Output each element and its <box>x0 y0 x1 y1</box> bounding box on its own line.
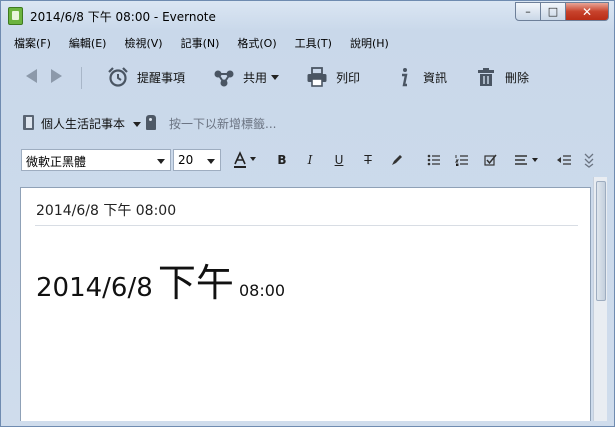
info-button[interactable]: 資訊 <box>393 65 447 89</box>
highlighter-icon[interactable] <box>388 151 406 169</box>
print-button[interactable]: 列印 <box>306 65 360 89</box>
alarm-clock-icon <box>108 67 128 87</box>
menu-note[interactable]: 記事(N) <box>175 35 226 53</box>
share-icon <box>214 70 234 87</box>
bulleted-list-icon[interactable] <box>425 151 443 169</box>
tag-icon <box>146 115 156 130</box>
note-title[interactable]: 2014/6/8 下午 08:00 <box>36 200 176 220</box>
chevron-down-icon <box>207 159 215 164</box>
notebook-bar: 個人生活記事本 按一下以新增標籤... <box>1 111 614 135</box>
menu-format[interactable]: 格式(O) <box>231 35 282 53</box>
trash-icon <box>478 68 494 86</box>
reminder-label: 提醒事項 <box>137 70 186 85</box>
indent-icon[interactable] <box>554 151 574 169</box>
font-family-select[interactable]: 微軟正黑體 <box>21 149 171 171</box>
info-icon <box>402 68 408 87</box>
window-controls: – □ ✕ <box>515 2 609 21</box>
font-color-icon <box>234 151 256 168</box>
note-body-ampm: 下午 <box>157 261 234 305</box>
font-family-value: 微軟正黑體 <box>26 155 87 169</box>
delete-button[interactable]: 刪除 <box>475 65 529 89</box>
more-glyph <box>584 153 594 168</box>
format-toolbar: 微軟正黑體 20 B I U T <box>1 147 614 173</box>
numbered-list-icon[interactable] <box>453 151 471 169</box>
menu-view[interactable]: 檢視(V) <box>118 35 168 53</box>
scrollbar-thumb[interactable] <box>596 181 606 301</box>
note-editor[interactable]: 2014/6/8 下午 08:00 2014/6/8 下午 08:00 <box>20 187 591 421</box>
font-color-button[interactable] <box>231 151 259 169</box>
strikethrough-icon[interactable]: T <box>359 151 377 169</box>
evernote-window: 2014/6/8 下午 08:00 - Evernote – □ ✕ 檔案(F)… <box>0 0 615 427</box>
menu-edit[interactable]: 編輯(E) <box>63 35 113 53</box>
window-title: 2014/6/8 下午 08:00 - Evernote <box>30 10 216 24</box>
bold-icon[interactable]: B <box>273 151 291 169</box>
menu-help[interactable]: 說明(H) <box>344 35 395 53</box>
app-icon <box>8 7 23 25</box>
menu-bar: 檔案(F) 編輯(E) 檢視(V) 記事(N) 格式(O) 工具(T) 說明(H… <box>8 35 401 53</box>
print-label: 列印 <box>336 70 361 85</box>
title-bar[interactable]: 2014/6/8 下午 08:00 - Evernote – □ ✕ <box>1 1 614 31</box>
main-toolbar: 提醒事項 共用 列印 資訊 刪除 <box>1 59 614 95</box>
maximize-button[interactable]: □ <box>540 2 566 21</box>
checkbox-glyph <box>483 154 497 166</box>
add-tag-field[interactable]: 按一下以新增標籤... <box>169 115 276 132</box>
minimize-button[interactable]: – <box>515 2 541 21</box>
underline-icon[interactable]: U <box>330 151 348 169</box>
numbered-list-glyph <box>455 155 468 166</box>
chevron-down-icon[interactable] <box>133 122 141 127</box>
delete-label: 刪除 <box>505 70 530 85</box>
menu-tools[interactable]: 工具(T) <box>289 35 338 53</box>
close-button[interactable]: ✕ <box>565 2 609 21</box>
reminder-button[interactable]: 提醒事項 <box>107 65 185 89</box>
checkbox-icon[interactable] <box>481 151 499 169</box>
note-body-date: 2014/6/8 <box>36 273 153 303</box>
note-body[interactable]: 2014/6/8 下午 08:00 <box>36 252 285 307</box>
italic-icon[interactable]: I <box>301 151 319 169</box>
vertical-scrollbar[interactable] <box>593 177 607 421</box>
chevron-down-icon <box>271 74 280 80</box>
toolbar-divider <box>81 67 82 89</box>
title-divider <box>35 225 578 226</box>
menu-file[interactable]: 檔案(F) <box>8 35 57 53</box>
forward-arrow-icon[interactable] <box>51 69 62 83</box>
chevron-down-icon <box>157 159 165 164</box>
info-label: 資訊 <box>423 70 448 85</box>
bulleted-list-glyph <box>427 154 440 166</box>
indent-glyph <box>557 155 571 165</box>
printer-icon <box>307 67 327 87</box>
font-size-value: 20 <box>178 153 194 167</box>
notebook-icon <box>23 115 34 130</box>
highlighter-glyph <box>392 155 402 165</box>
more-icon[interactable] <box>581 151 597 169</box>
share-label: 共用 <box>243 70 268 85</box>
back-arrow-icon[interactable] <box>26 69 37 83</box>
notebook-selector[interactable]: 個人生活記事本 <box>41 115 125 132</box>
share-button[interactable]: 共用 <box>213 65 280 89</box>
font-size-select[interactable]: 20 <box>173 149 221 171</box>
note-body-time: 08:00 <box>238 281 286 300</box>
align-icon <box>515 155 538 165</box>
align-button[interactable] <box>513 151 543 169</box>
